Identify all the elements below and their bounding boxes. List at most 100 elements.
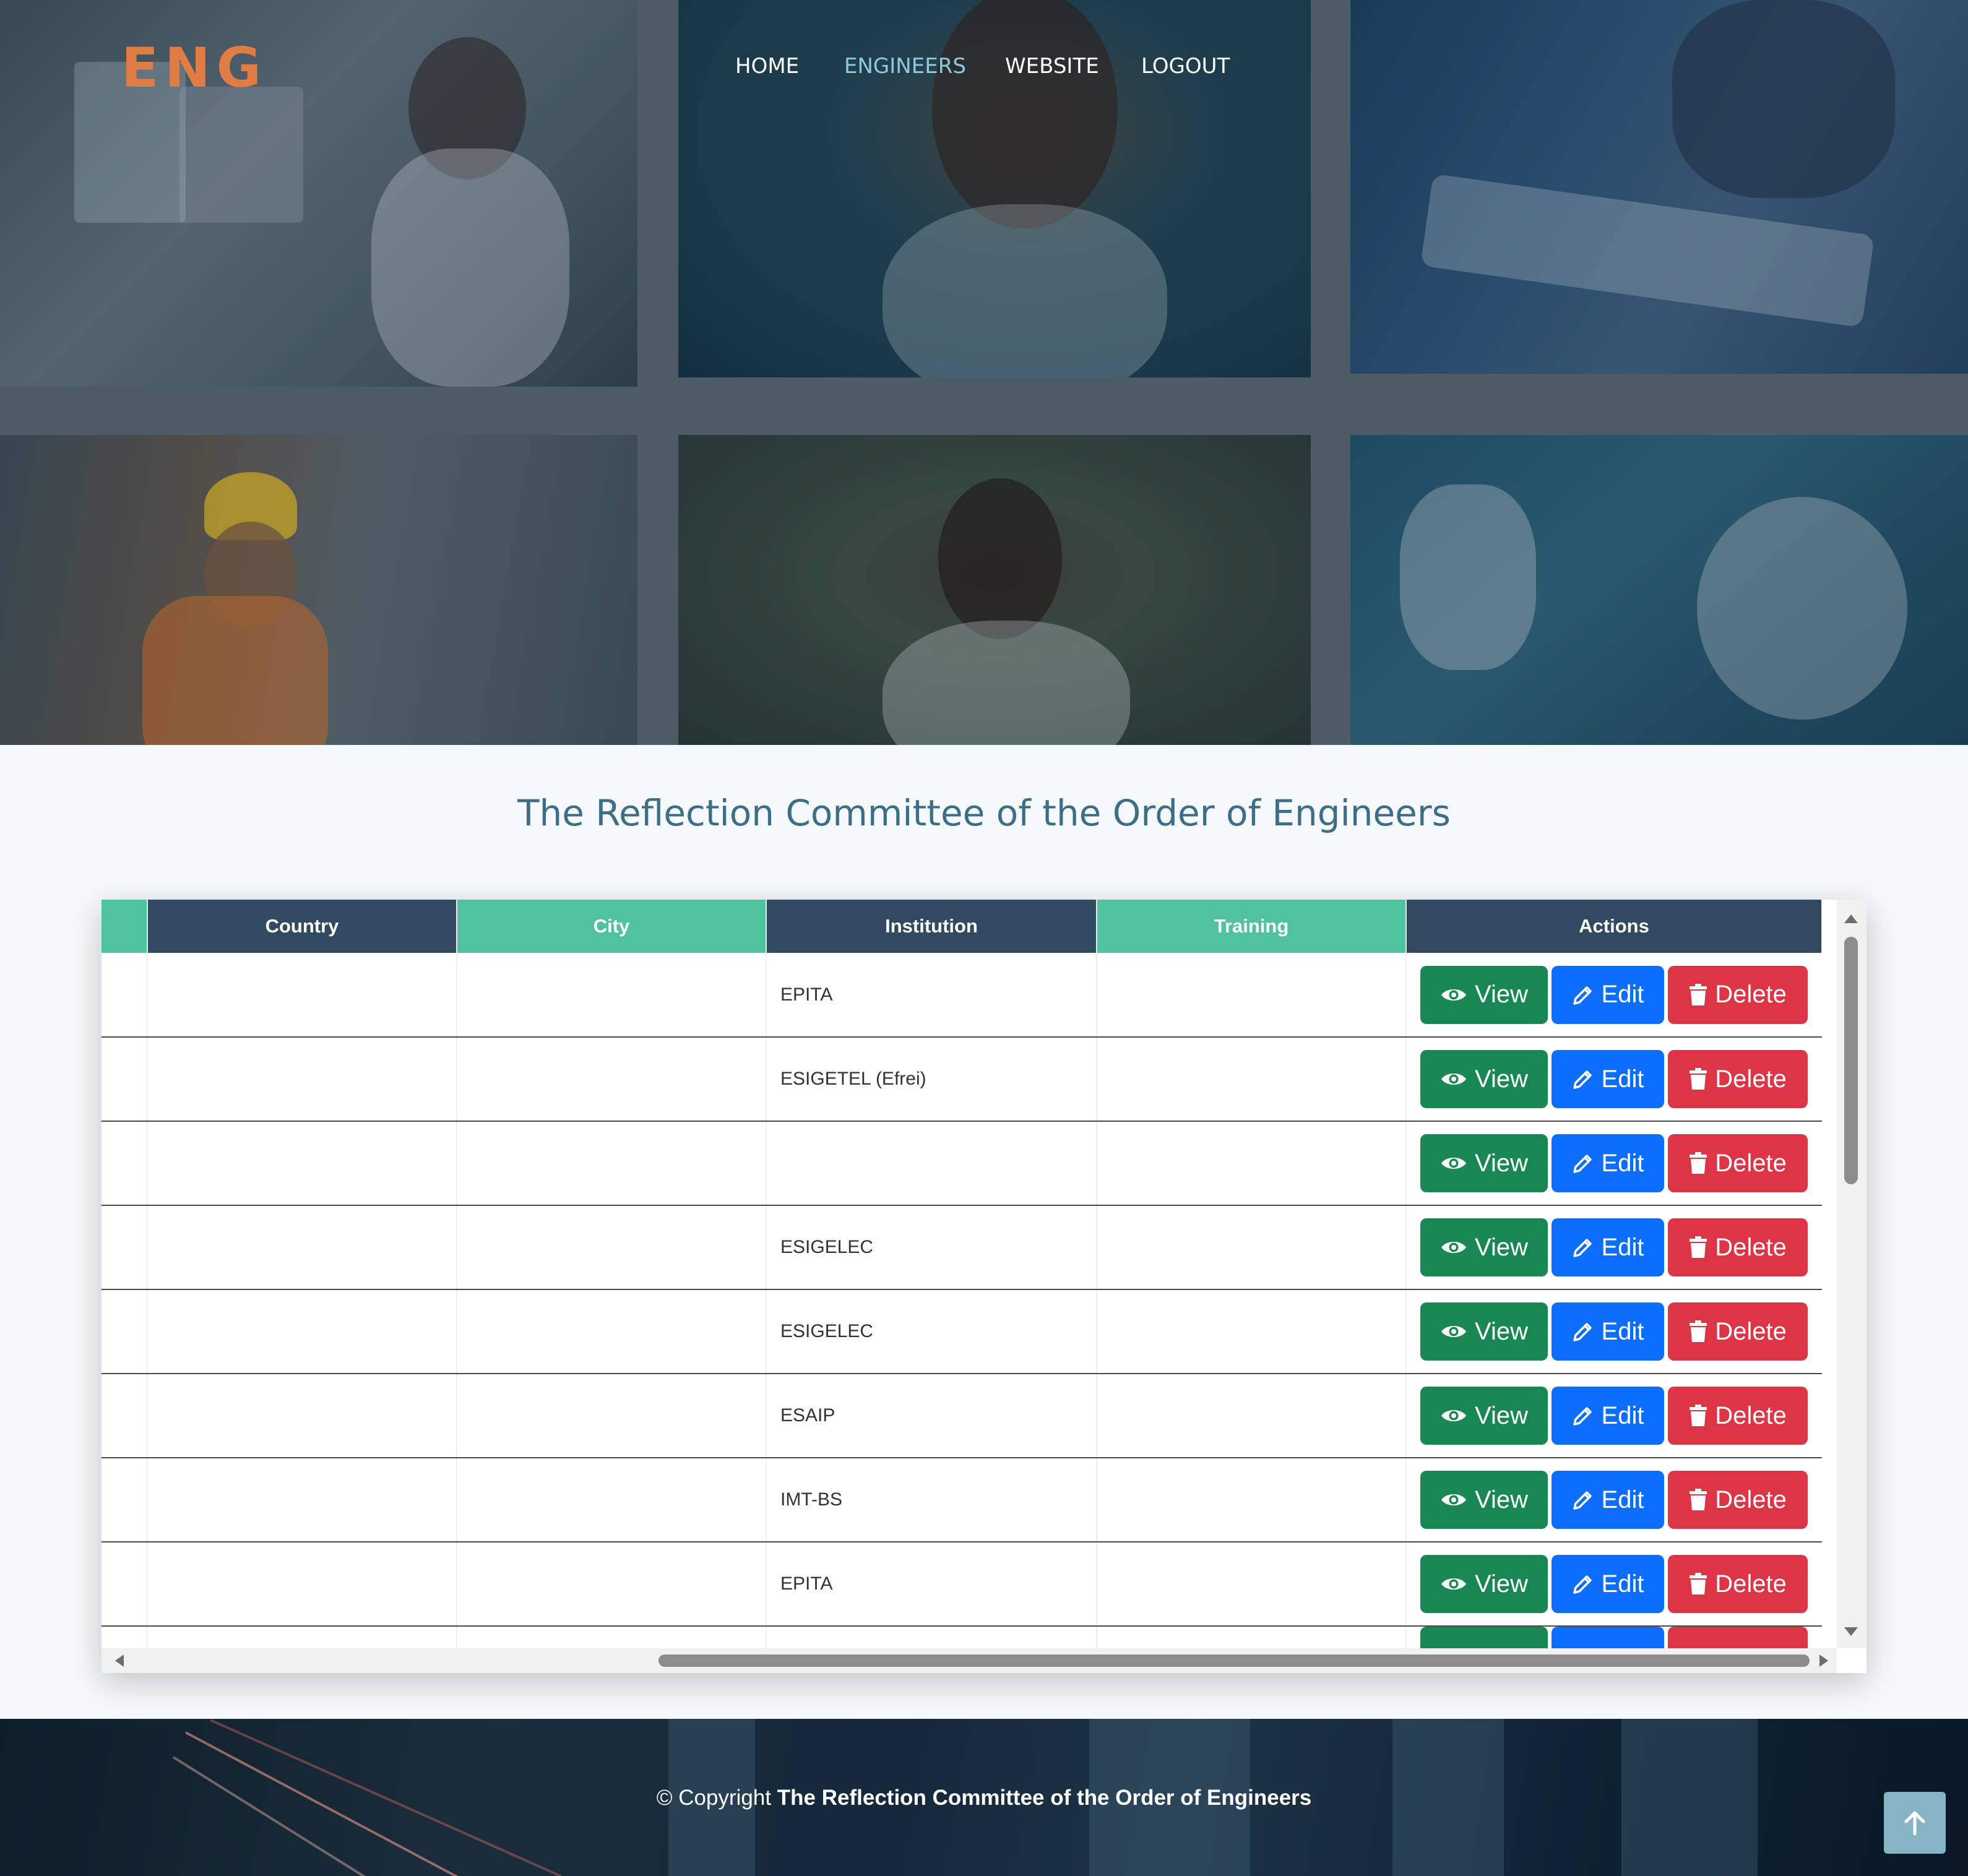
engineers-table: Country City Institution Training Action… xyxy=(101,900,1822,1648)
view-button[interactable]: View xyxy=(1420,965,1548,1024)
delete-button[interactable]: Delete xyxy=(1668,1218,1808,1276)
delete-button[interactable] xyxy=(1668,1627,1808,1648)
edit-button[interactable]: Edit xyxy=(1552,1555,1664,1613)
city-cell xyxy=(457,1205,767,1290)
actions-cell: View Edit Delete xyxy=(1406,1289,1822,1374)
view-label: View xyxy=(1475,1486,1528,1513)
nav-engineers[interactable]: ENGINEERS xyxy=(844,51,966,82)
city-cell xyxy=(457,1374,767,1458)
edit-button[interactable]: Edit xyxy=(1552,1134,1664,1192)
edit-button[interactable]: Edit xyxy=(1552,1471,1664,1529)
engineers-table-card: Country City Institution Training Action… xyxy=(101,900,1867,1673)
view-button[interactable]: View xyxy=(1420,1218,1548,1276)
nav-logout[interactable]: LOGOUT xyxy=(1141,51,1230,82)
column-header-city[interactable]: City xyxy=(457,900,767,953)
eye-icon xyxy=(1441,1494,1466,1505)
horizontal-scroll-thumb[interactable] xyxy=(658,1654,1810,1667)
edit-button[interactable] xyxy=(1552,1627,1664,1648)
column-header-index[interactable] xyxy=(101,900,148,953)
table-row: View Edit Delete xyxy=(101,1121,1822,1206)
trash-icon xyxy=(1690,1152,1707,1174)
index-cell xyxy=(101,1542,148,1627)
view-label: View xyxy=(1475,1149,1528,1177)
delete-label: Delete xyxy=(1715,1570,1787,1598)
city-cell xyxy=(457,1542,767,1627)
edit-button[interactable]: Edit xyxy=(1552,1050,1664,1108)
training-cell xyxy=(1097,1289,1407,1374)
delete-button[interactable]: Delete xyxy=(1668,1134,1808,1192)
scroll-down-arrow-icon[interactable] xyxy=(1844,1627,1858,1636)
delete-button[interactable]: Delete xyxy=(1668,1555,1808,1613)
institution-cell: ESIGELEC xyxy=(766,1205,1097,1290)
eye-icon xyxy=(1441,1074,1466,1085)
eye-icon xyxy=(1441,1578,1466,1590)
edit-label: Edit xyxy=(1601,1317,1644,1345)
delete-label: Delete xyxy=(1715,1317,1787,1345)
edit-label: Edit xyxy=(1601,1149,1644,1177)
edit-button[interactable]: Edit xyxy=(1552,965,1664,1024)
delete-button[interactable]: Delete xyxy=(1668,965,1808,1024)
city-cell xyxy=(457,1458,767,1543)
scroll-up-arrow-icon[interactable] xyxy=(1844,914,1858,923)
view-button[interactable]: View xyxy=(1420,1050,1548,1108)
country-cell xyxy=(147,1205,457,1290)
delete-button[interactable]: Delete xyxy=(1668,1471,1808,1529)
edit-button[interactable]: Edit xyxy=(1552,1302,1664,1361)
view-label: View xyxy=(1475,1317,1528,1345)
nav-home[interactable]: HOME xyxy=(735,51,799,82)
table-row: ESAIP View Edit Delete xyxy=(101,1374,1822,1458)
view-button[interactable]: View xyxy=(1420,1302,1548,1361)
delete-button[interactable]: Delete xyxy=(1668,1302,1808,1361)
table-row: ESIGELEC View Edit Delete xyxy=(101,1289,1822,1374)
training-cell xyxy=(1097,1037,1407,1122)
actions-cell: View Edit Delete xyxy=(1406,1542,1822,1627)
actions-cell: View Edit Delete xyxy=(1406,1205,1822,1290)
institution-cell: ESIGETEL (Efrei) xyxy=(766,1037,1097,1122)
table-row: ESIGETEL (Efrei) View Edit Delete xyxy=(101,1037,1822,1122)
institution-cell xyxy=(766,1121,1097,1206)
horizontal-scrollbar[interactable] xyxy=(101,1648,1837,1673)
edit-button[interactable]: Edit xyxy=(1552,1218,1664,1276)
view-label: View xyxy=(1475,1233,1528,1261)
delete-label: Delete xyxy=(1715,1065,1787,1093)
eye-icon xyxy=(1441,1242,1466,1253)
brand-logo[interactable]: ENG xyxy=(121,36,267,100)
view-button[interactable]: View xyxy=(1420,1555,1548,1613)
actions-cell: View Edit Delete xyxy=(1406,1458,1822,1543)
training-cell xyxy=(1097,1205,1407,1290)
view-button[interactable]: View xyxy=(1420,1471,1548,1529)
training-cell xyxy=(1097,1121,1407,1206)
vertical-scroll-thumb[interactable] xyxy=(1844,937,1858,1184)
view-button[interactable]: View xyxy=(1420,1387,1548,1445)
table-row: EPITA View Edit Delete xyxy=(101,1542,1822,1627)
view-button[interactable] xyxy=(1420,1627,1548,1648)
delete-label: Delete xyxy=(1715,1486,1787,1513)
view-button[interactable]: View xyxy=(1420,1134,1548,1192)
edit-label: Edit xyxy=(1601,981,1644,1008)
city-cell xyxy=(457,1289,767,1374)
delete-label: Delete xyxy=(1715,981,1787,1008)
column-header-institution[interactable]: Institution xyxy=(766,900,1097,953)
column-header-country[interactable]: Country xyxy=(147,900,457,953)
table-viewport: Country City Institution Training Action… xyxy=(101,900,1822,1648)
index-cell xyxy=(101,1037,148,1122)
edit-button[interactable]: Edit xyxy=(1552,1387,1664,1445)
delete-button[interactable]: Delete xyxy=(1668,1050,1808,1108)
footer: © Copyright The Reflection Committee of … xyxy=(0,1719,1968,1876)
scroll-left-arrow-icon[interactable] xyxy=(115,1654,124,1667)
institution-cell: ESAIP xyxy=(766,1374,1097,1458)
actions-cell: View Edit Delete xyxy=(1406,1121,1822,1206)
eye-icon xyxy=(1441,989,1466,1000)
back-to-top-button[interactable] xyxy=(1884,1792,1946,1854)
edit-label: Edit xyxy=(1601,1065,1644,1093)
vertical-scrollbar[interactable] xyxy=(1837,900,1867,1648)
table-row-partial xyxy=(101,1626,1822,1648)
column-header-training[interactable]: Training xyxy=(1097,900,1407,953)
copyright-text: © Copyright The Reflection Committee of … xyxy=(0,1786,1968,1810)
delete-button[interactable]: Delete xyxy=(1668,1387,1808,1445)
column-header-actions: Actions xyxy=(1406,900,1822,953)
scroll-right-arrow-icon[interactable] xyxy=(1819,1654,1828,1667)
nav-website[interactable]: WEBSITE xyxy=(1005,51,1099,82)
country-cell xyxy=(147,1289,457,1374)
index-cell xyxy=(101,953,148,1038)
